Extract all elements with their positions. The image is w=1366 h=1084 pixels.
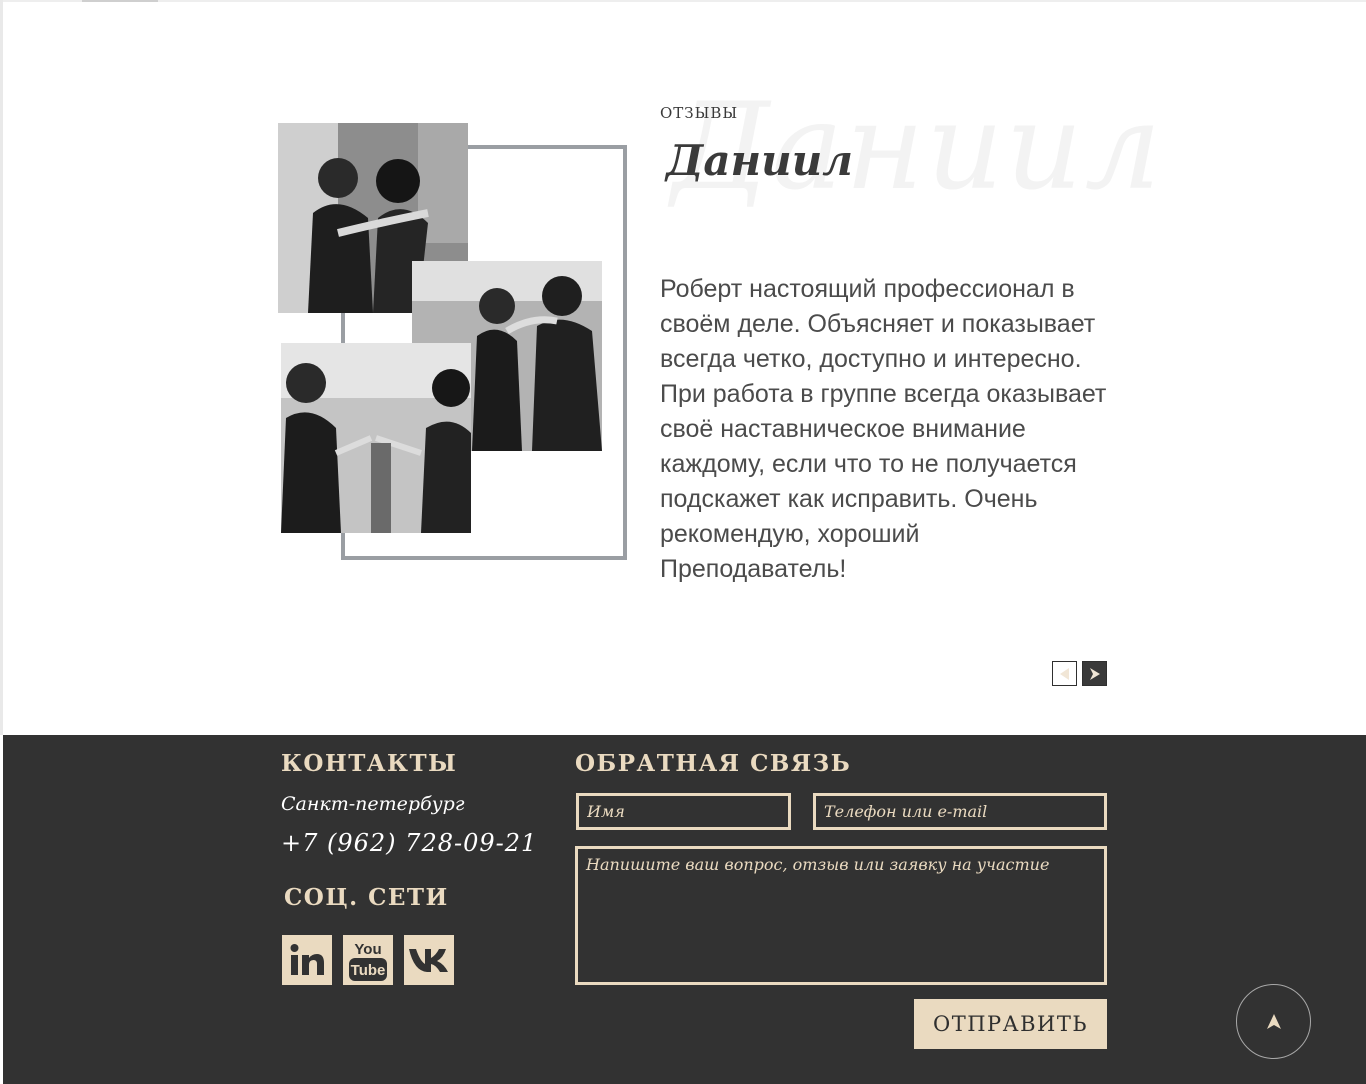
svg-text:Tube: Tube xyxy=(351,962,386,979)
name-input[interactable] xyxy=(576,793,791,830)
left-edge xyxy=(0,0,3,735)
linkedin-button[interactable] xyxy=(282,935,332,985)
submit-button[interactable]: Отправить xyxy=(914,999,1107,1049)
linkedin-icon xyxy=(290,944,324,975)
contacts-heading: Контакты xyxy=(281,750,458,777)
youtube-icon: You Tube xyxy=(349,941,387,981)
triangle-right-icon xyxy=(1089,667,1100,680)
contact-phone[interactable]: +7 (962) 728-09-21 xyxy=(281,829,537,857)
reviewer-name: Даниил xyxy=(666,136,853,185)
youtube-button[interactable]: You Tube xyxy=(343,935,393,985)
review-text: Роберт настоящий профессионал в своём де… xyxy=(660,275,1107,583)
slider-prev-button[interactable] xyxy=(1052,661,1077,686)
top-edge xyxy=(0,0,1366,2)
reviews-section-label: отзывы xyxy=(660,104,739,122)
slider-next-button[interactable] xyxy=(1082,661,1107,686)
svg-text:You: You xyxy=(354,941,381,958)
social-heading: Соц. сети xyxy=(284,884,449,911)
vk-button[interactable] xyxy=(404,935,454,985)
arrow-up-icon xyxy=(1266,1013,1281,1029)
vk-icon xyxy=(409,949,448,972)
top-tab-indicator xyxy=(82,0,158,2)
contact-city: Санкт-петербург xyxy=(281,793,465,815)
scroll-to-top-button[interactable] xyxy=(1236,984,1311,1059)
triangle-left-icon xyxy=(1059,667,1069,680)
dance-photo-3 xyxy=(281,343,471,533)
message-textarea[interactable] xyxy=(575,846,1107,985)
feedback-heading: Обратная связь xyxy=(575,750,852,777)
contact-input[interactable] xyxy=(813,793,1107,830)
